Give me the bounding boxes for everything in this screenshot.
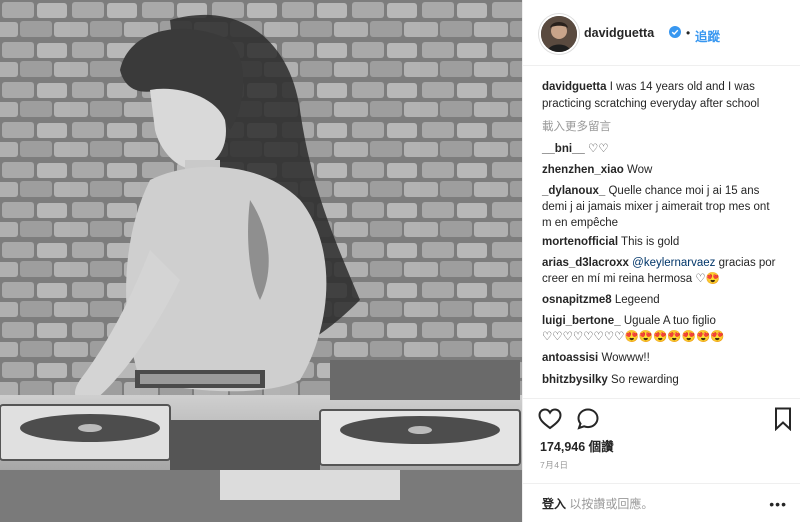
comment-username[interactable]: antoassisi xyxy=(542,352,598,364)
bookmark-icon[interactable] xyxy=(774,407,792,431)
more-options-button[interactable]: ••• xyxy=(769,496,787,512)
post-header: davidguetta • 追蹤 xyxy=(523,0,800,66)
verified-badge-icon xyxy=(669,26,681,38)
comment-mention-link[interactable]: @keylernarvaez xyxy=(632,257,715,269)
comment-text: So rewarding xyxy=(611,374,679,386)
comment-username[interactable]: bhitzbysilky xyxy=(542,374,608,386)
likes-count[interactable]: 174,946 個讚 xyxy=(540,436,614,455)
dj-photo-image xyxy=(0,0,522,522)
heart-icon[interactable] xyxy=(538,408,562,430)
comment-icon[interactable] xyxy=(577,408,599,430)
comments-list[interactable]: davidguetta I was 14 years old and I was… xyxy=(523,66,800,398)
comment-item: arias_d3lacroxx @keylernarvaez gracias p… xyxy=(542,255,782,287)
comment-item: _dylanoux_ Quelle chance moi j ai 15 ans… xyxy=(542,183,782,231)
post-photo[interactable] xyxy=(0,0,522,522)
instagram-post: davidguetta • 追蹤 davidguetta I was 14 ye… xyxy=(0,0,800,522)
login-prompt: 登入 以按讚或回應。 xyxy=(542,495,653,512)
comment-username[interactable]: zhenzhen_xiao xyxy=(542,164,624,176)
comment-text: Legeend xyxy=(614,294,660,306)
comment-item: antoassisi Wowww!! xyxy=(542,350,782,366)
caption-username[interactable]: davidguetta xyxy=(542,81,607,93)
post-author-username[interactable]: davidguetta xyxy=(584,26,654,40)
comment-item: bhitzbysilky So rewarding xyxy=(542,372,782,388)
comment-item: __bni__ ♡♡ xyxy=(542,141,782,157)
comment-username[interactable]: luigi_bertone_ xyxy=(542,315,621,327)
separator-dot: • xyxy=(686,26,691,40)
comment-text: This is gold xyxy=(621,236,680,248)
post-actions: 174,946 個讚 7月4日 登入 以按讚或回應。 ••• xyxy=(523,398,800,522)
comment-username[interactable]: arias_d3lacroxx xyxy=(542,257,629,269)
load-more-comments-link[interactable]: 載入更多留言 xyxy=(542,118,611,134)
login-bar: 登入 以按讚或回應。 ••• xyxy=(523,483,800,523)
login-prompt-text: 以按讚或回應。 xyxy=(569,497,654,511)
comment-username[interactable]: mortenofficial xyxy=(542,236,618,248)
comment-item: zhenzhen_xiao Wow xyxy=(542,162,782,178)
login-link[interactable]: 登入 xyxy=(542,497,566,511)
comment-username[interactable]: _dylanoux_ xyxy=(542,185,605,197)
comment-item: osnapitzme8 Legeend xyxy=(542,292,782,308)
comment-text: Wow xyxy=(627,164,653,176)
follow-button[interactable]: 追蹤 xyxy=(695,26,720,45)
comment-username[interactable]: osnapitzme8 xyxy=(542,294,612,306)
comment-text: Wowww!! xyxy=(601,352,650,364)
avatar[interactable] xyxy=(539,14,579,54)
comment-item: mortenofficial This is gold xyxy=(542,234,782,250)
post-caption: davidguetta I was 14 years old and I was… xyxy=(542,79,782,113)
avatar-image xyxy=(541,16,577,52)
comment-item: luigi_bertone_ Uguale A tuo figlio ♡♡♡♡♡… xyxy=(542,313,782,345)
comment-username[interactable]: __bni__ xyxy=(542,143,585,155)
comment-text: ♡♡ xyxy=(588,143,609,155)
post-date: 7月4日 xyxy=(540,460,569,470)
post-sidebar: davidguetta • 追蹤 davidguetta I was 14 ye… xyxy=(522,0,800,522)
